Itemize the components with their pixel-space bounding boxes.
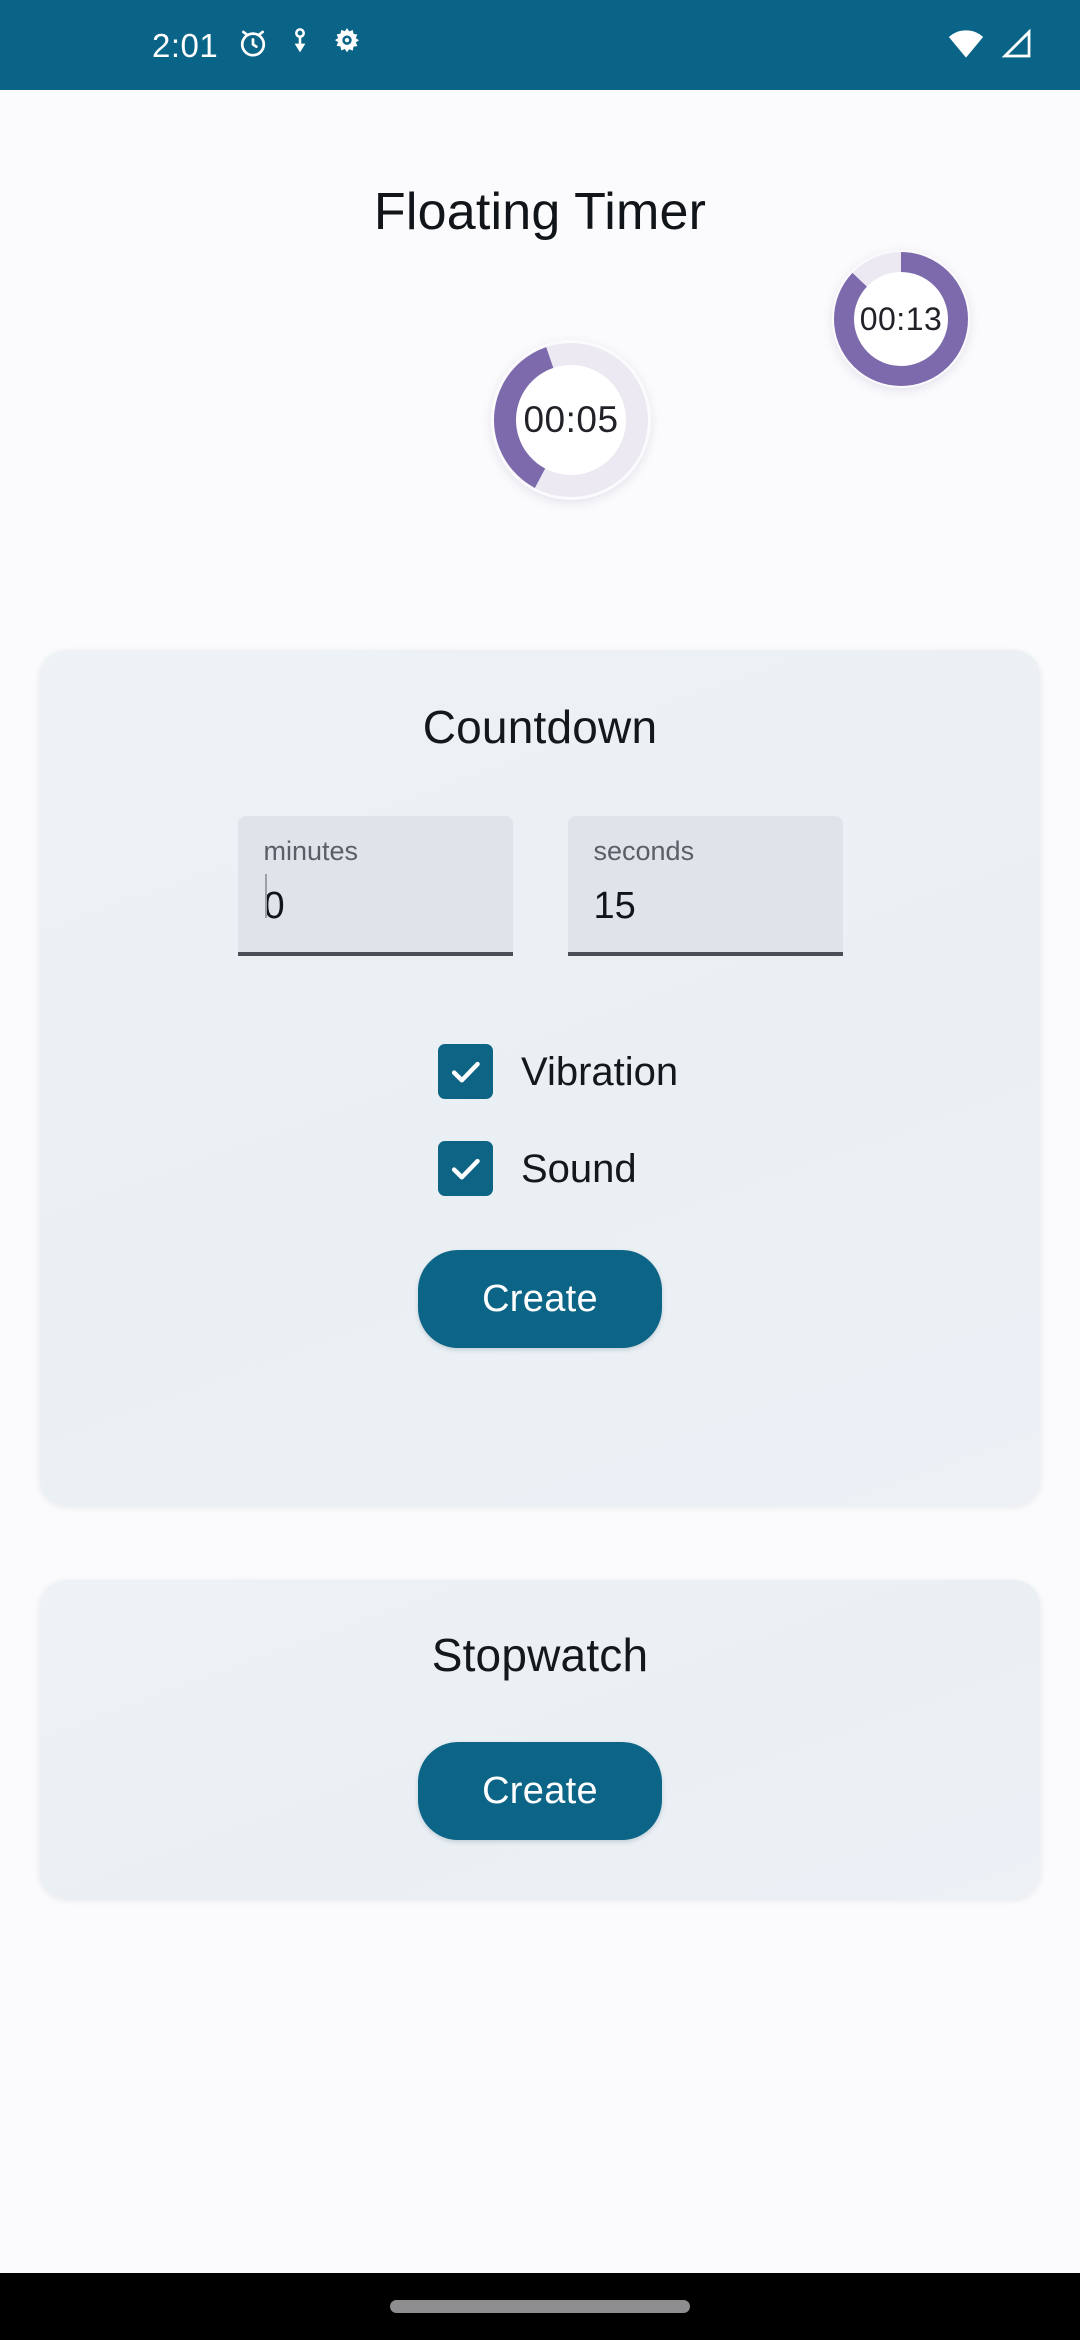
vibration-option-row[interactable]: Vibration bbox=[438, 1044, 1040, 1099]
floating-timer-bubble-b[interactable]: 00:13 bbox=[832, 250, 970, 388]
status-bar-left: 2:01 bbox=[0, 26, 364, 65]
sound-checkbox[interactable] bbox=[438, 1141, 493, 1196]
countdown-create-button-wrap: Create bbox=[40, 1250, 1040, 1348]
minutes-input[interactable]: minutes 0 bbox=[237, 816, 513, 956]
stopwatch-card-title: Stopwatch bbox=[431, 1629, 649, 1681]
minutes-input-caret bbox=[264, 874, 267, 918]
bug-icon bbox=[288, 26, 312, 65]
minutes-input-value: 0 bbox=[263, 885, 285, 927]
bubble-a-time: 00:05 bbox=[523, 399, 619, 440]
status-bar-clock: 2:01 bbox=[152, 26, 219, 64]
phone-screen: 2:01 Floating Timer 00:05 00:13 Countdow… bbox=[0, 0, 1080, 2340]
status-bar: 2:01 bbox=[0, 0, 1080, 90]
bubble-b-time: 00:13 bbox=[859, 300, 943, 337]
vibration-option-label: Vibration bbox=[521, 1049, 679, 1094]
wifi-icon bbox=[947, 27, 985, 64]
countdown-create-button[interactable]: Create bbox=[418, 1250, 662, 1348]
countdown-card: Countdown minutes 0 seconds 15 Vibration bbox=[40, 650, 1040, 1505]
stopwatch-create-button-wrap: Create bbox=[40, 1742, 1040, 1840]
vibration-checkbox[interactable] bbox=[438, 1044, 493, 1099]
countdown-options: Vibration Sound bbox=[40, 1044, 1040, 1196]
stopwatch-card: Stopwatch Create bbox=[40, 1580, 1040, 1898]
seconds-input-value: 15 bbox=[593, 885, 636, 927]
countdown-card-title: Countdown bbox=[422, 701, 658, 753]
minutes-input-label: minutes bbox=[263, 836, 359, 866]
system-navigation-bar bbox=[0, 2273, 1080, 2340]
alarm-icon bbox=[236, 26, 270, 65]
cellular-signal-icon bbox=[998, 27, 1034, 64]
seconds-input-label: seconds bbox=[593, 836, 695, 866]
check-icon bbox=[451, 1061, 480, 1082]
seconds-input[interactable]: seconds 15 bbox=[567, 816, 843, 956]
sound-option-row[interactable]: Sound bbox=[438, 1141, 1040, 1196]
status-bar-right bbox=[947, 27, 1034, 64]
floating-timer-bubble-a[interactable]: 00:05 bbox=[491, 340, 651, 500]
check-icon bbox=[451, 1158, 480, 1179]
home-gesture-pill[interactable] bbox=[390, 2300, 690, 2313]
gear-icon bbox=[330, 26, 364, 65]
countdown-duration-fields: minutes 0 seconds 15 bbox=[40, 816, 1040, 956]
page-title: Floating Timer bbox=[373, 183, 707, 241]
stopwatch-create-button[interactable]: Create bbox=[418, 1742, 662, 1840]
sound-option-label: Sound bbox=[521, 1146, 637, 1191]
